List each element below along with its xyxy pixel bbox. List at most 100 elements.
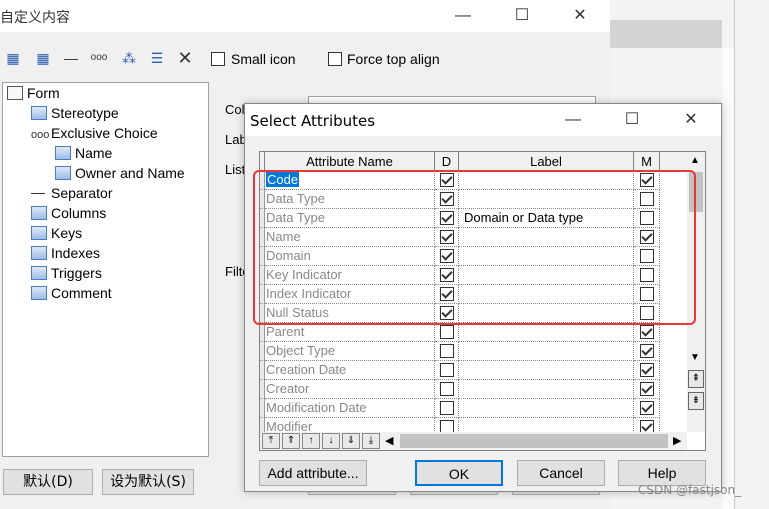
maximize-icon[interactable]: ☐ (612, 105, 652, 135)
tree-item-label: Separator (51, 185, 113, 201)
add-group-icon[interactable]: ▦ (34, 49, 52, 67)
mandatory-checkbox[interactable] (640, 325, 654, 339)
tree-item-stereotype[interactable]: Stereotype (31, 103, 119, 123)
label-cell[interactable] (459, 323, 634, 342)
attribute-name-cell[interactable]: Creator (265, 380, 435, 399)
scroll-right-icon[interactable]: ▶ (673, 434, 681, 447)
insert-list-icon[interactable]: ☰ (148, 49, 166, 67)
scroll-down-icon[interactable]: ▼ (690, 352, 700, 363)
label-cell[interactable] (459, 418, 634, 432)
default-button[interactable]: 默认(D) (3, 469, 93, 495)
scroll-to-bottom-icon[interactable]: ⇟ (688, 392, 704, 410)
small-icon-label: Small icon (231, 51, 296, 67)
background-window-bar (610, 20, 722, 48)
tree-item-comment[interactable]: Comment (31, 283, 112, 303)
mandatory-checkbox[interactable] (640, 401, 654, 415)
scroll-to-top-icon[interactable]: ⇞ (688, 370, 704, 388)
m-cell (634, 380, 660, 399)
label-cell[interactable] (459, 361, 634, 380)
mandatory-checkbox[interactable] (640, 363, 654, 377)
column-header-attribute-name[interactable]: Attribute Name (265, 152, 435, 171)
label-cell[interactable] (459, 399, 634, 418)
m-cell (634, 418, 660, 432)
maximize-icon[interactable]: ☐ (502, 1, 542, 31)
list-label: List (225, 162, 246, 177)
minimize-icon[interactable]: — (443, 1, 483, 31)
table-row[interactable]: Modifier (260, 418, 687, 432)
attribute-item-icon (31, 226, 47, 240)
table-row[interactable]: Creation Date (260, 361, 687, 380)
d-cell (435, 380, 459, 399)
move-to-top-icon[interactable]: ⤒ (262, 433, 280, 449)
back-window-title: 自定义内容 (0, 10, 70, 26)
form-tree[interactable]: Form Stereotype ooo Exclusive Choice Name… (2, 82, 209, 457)
mandatory-checkbox[interactable] (640, 420, 654, 432)
table-row[interactable]: Creator (260, 380, 687, 399)
tree-item-label: Comment (51, 285, 112, 301)
move-to-bottom-icon[interactable]: ⤓ (362, 433, 380, 449)
tree-item-triggers[interactable]: Triggers (31, 263, 102, 283)
tree-item-form[interactable]: Form (7, 83, 60, 103)
attribute-item-icon (31, 246, 47, 260)
horizontal-scrollbar[interactable]: ⤒ ⇑ ↑ ↓ ⇓ ⤓ ◀ ▶ (260, 432, 687, 450)
column-header-label[interactable]: Label (459, 152, 634, 171)
add-attributes-icon[interactable]: ⁂ (120, 49, 138, 67)
tree-item-owner-and-name[interactable]: Owner and Name (55, 163, 185, 183)
cancel-button[interactable]: Cancel (517, 460, 605, 486)
move-up-icon[interactable]: ↑ (302, 433, 320, 449)
tree-item-indexes[interactable]: Indexes (31, 243, 100, 263)
close-icon[interactable]: ✕ (671, 105, 711, 135)
mandatory-checkbox[interactable] (640, 382, 654, 396)
attribute-item-icon (31, 266, 47, 280)
display-checkbox[interactable] (440, 344, 454, 358)
add-item-icon[interactable]: ▦ (4, 49, 22, 67)
attribute-name-cell[interactable]: Object Type (265, 342, 435, 361)
add-attribute-button[interactable]: Add attribute... (259, 460, 367, 486)
column-header-d[interactable]: D (435, 152, 459, 171)
mandatory-checkbox[interactable] (640, 344, 654, 358)
delete-icon[interactable]: ✕ (176, 49, 194, 67)
attribute-name-text: Parent (266, 324, 305, 339)
move-page-down-icon[interactable]: ⇓ (342, 433, 360, 449)
tree-item-label: Name (75, 145, 113, 161)
attribute-item-icon (31, 106, 47, 120)
ok-button[interactable]: OK (415, 460, 503, 486)
display-checkbox[interactable] (440, 420, 454, 432)
tree-item-separator[interactable]: Separator (31, 183, 112, 203)
display-checkbox[interactable] (440, 382, 454, 396)
display-checkbox[interactable] (440, 363, 454, 377)
back-window-titlebar: 自定义内容 — ☐ ✕ (0, 0, 610, 32)
label-cell[interactable] (459, 342, 634, 361)
tree-item-label: Columns (51, 205, 107, 221)
attribute-name-cell[interactable]: Parent (265, 323, 435, 342)
display-checkbox[interactable] (440, 401, 454, 415)
add-separator-icon[interactable]: — (62, 49, 80, 67)
display-checkbox[interactable] (440, 325, 454, 339)
move-down-icon[interactable]: ↓ (322, 433, 340, 449)
column-header-m[interactable]: M (634, 152, 660, 171)
d-cell (435, 399, 459, 418)
horizontal-scroll-thumb[interactable] (400, 434, 668, 448)
scroll-left-icon[interactable]: ◀ (385, 434, 393, 447)
table-row[interactable]: Parent (260, 323, 687, 342)
attribute-name-cell[interactable]: Creation Date (265, 361, 435, 380)
tree-item-name[interactable]: Name (55, 143, 112, 163)
attribute-name-cell[interactable]: Modification Date (265, 399, 435, 418)
set-default-button[interactable]: 设为默认(S) (102, 469, 194, 495)
add-exclusive-choice-icon[interactable]: ooo (90, 49, 108, 67)
attribute-name-text: Modifier (266, 419, 313, 432)
attribute-name-cell[interactable]: Modifier (265, 418, 435, 432)
small-icon-checkbox[interactable] (211, 52, 225, 66)
table-row[interactable]: Object Type (260, 342, 687, 361)
move-page-up-icon[interactable]: ⇑ (282, 433, 300, 449)
tree-item-label: Indexes (51, 245, 101, 261)
tree-item-keys[interactable]: Keys (31, 223, 82, 243)
force-top-align-checkbox[interactable] (328, 52, 342, 66)
label-cell[interactable] (459, 380, 634, 399)
tree-item-columns[interactable]: Columns (31, 203, 106, 223)
scroll-up-icon[interactable]: ▲ (690, 155, 700, 166)
tree-item-exclusive-choice[interactable]: ooo Exclusive Choice (31, 123, 158, 143)
close-icon[interactable]: ✕ (560, 1, 600, 31)
minimize-icon[interactable]: — (553, 105, 593, 135)
table-row[interactable]: Modification Date (260, 399, 687, 418)
